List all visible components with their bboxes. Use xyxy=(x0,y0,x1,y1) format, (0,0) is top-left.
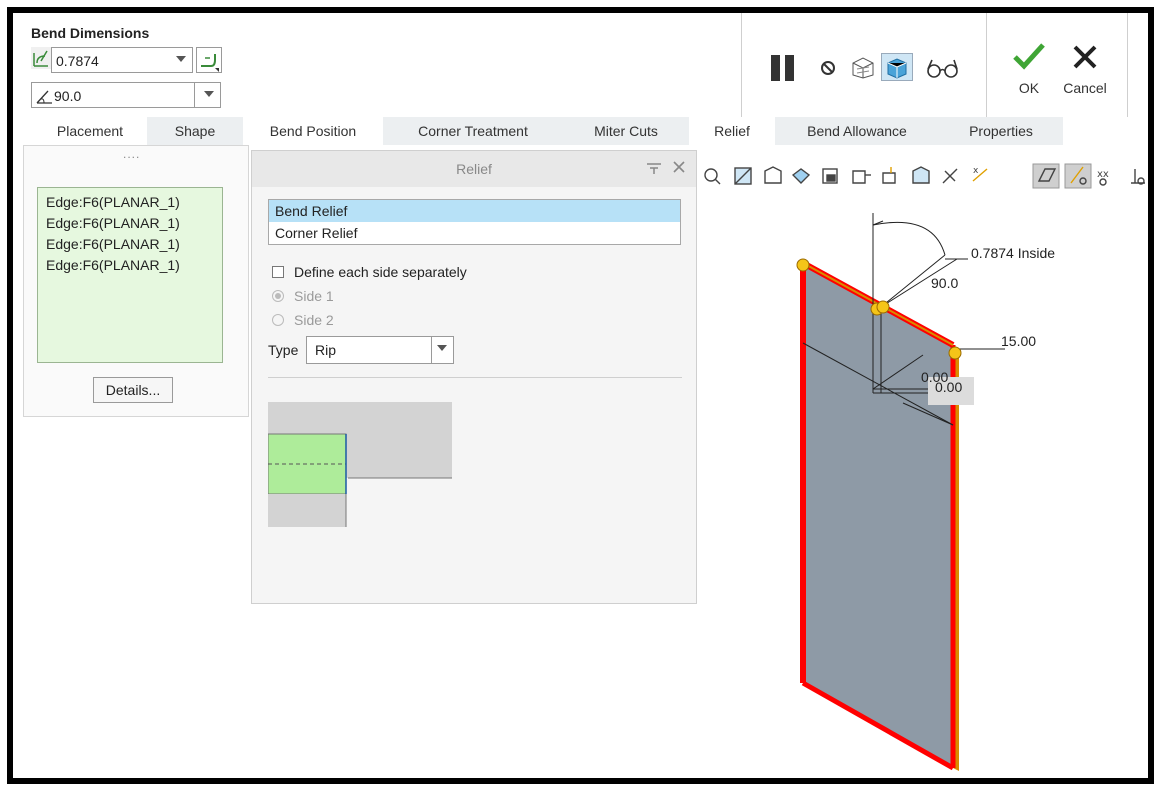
bend-radius-value: 0.7874 xyxy=(56,53,99,69)
bend-radius-icon[interactable] xyxy=(31,47,51,69)
tab-relief[interactable]: Relief xyxy=(689,117,775,145)
type-value: Rip xyxy=(315,342,337,358)
list-item-corner-relief[interactable]: Corner Relief xyxy=(269,222,680,244)
type-select[interactable]: Rip xyxy=(306,336,454,364)
bend-side-toggle-icon[interactable] xyxy=(196,47,222,73)
bend-angle-combo[interactable]: 90.0 xyxy=(31,82,221,108)
svg-text:x: x xyxy=(973,166,979,176)
radius-annotation[interactable]: 0.7874 Inside xyxy=(971,245,1055,261)
pause-icon[interactable] xyxy=(768,55,798,81)
list-item[interactable]: Edge:F6(PLANAR_1) xyxy=(46,192,222,213)
define-each-side-label: Define each side separately xyxy=(294,264,467,280)
relief-type-list[interactable]: Bend Relief Corner Relief xyxy=(268,199,681,245)
separator xyxy=(268,377,682,378)
list-item[interactable]: Edge:F6(PLANAR_1) xyxy=(46,234,222,255)
side2-label: Side 2 xyxy=(294,312,334,328)
close-icon xyxy=(1073,45,1097,69)
stop-icon[interactable] xyxy=(819,59,837,77)
panel-drag-handle[interactable]: .... xyxy=(123,147,140,161)
angle-icon xyxy=(36,88,54,107)
chevron-down-icon xyxy=(176,56,186,62)
model-viewport[interactable] xyxy=(773,203,1148,778)
relief-panel-title: Relief xyxy=(456,161,492,177)
chevron-down-icon xyxy=(204,91,214,97)
app-window: Bend Dimensions 0.7874 90.0 OK Cancel Pl… xyxy=(7,7,1154,784)
angle-annotation[interactable]: 90.0 xyxy=(931,275,958,291)
relief-preview-image xyxy=(267,402,454,530)
references-list[interactable]: Edge:F6(PLANAR_1) Edge:F6(PLANAR_1) Edge… xyxy=(37,187,223,363)
close-icon[interactable] xyxy=(672,160,686,174)
view-toolbar: x xx xyxy=(699,161,1148,191)
preview-frame-icon[interactable] xyxy=(849,55,877,79)
side1-radio[interactable] xyxy=(272,290,284,302)
check-icon xyxy=(1013,43,1045,70)
define-each-side-checkbox[interactable] xyxy=(272,266,284,278)
preview-solid-icon[interactable] xyxy=(881,53,913,81)
chevron-down-icon xyxy=(437,345,447,351)
separator xyxy=(986,13,987,117)
side2-radio[interactable] xyxy=(272,314,284,326)
separator xyxy=(1127,13,1128,117)
list-item[interactable]: Edge:F6(PLANAR_1) xyxy=(46,213,222,234)
relief-panel-header: Relief xyxy=(252,151,696,187)
tab-bend-position[interactable]: Bend Position xyxy=(243,117,383,145)
details-button[interactable]: Details... xyxy=(93,377,173,403)
ok-label: OK xyxy=(1018,80,1040,96)
tab-corner-treatment[interactable]: Corner Treatment xyxy=(383,117,563,145)
side1-label: Side 1 xyxy=(294,288,334,304)
separator xyxy=(741,13,742,117)
bend-angle-value: 90.0 xyxy=(54,88,82,104)
length-annotation[interactable]: 15.00 xyxy=(1001,333,1036,349)
tab-properties[interactable]: Properties xyxy=(939,117,1063,145)
list-item-bend-relief[interactable]: Bend Relief xyxy=(269,200,680,222)
type-label: Type xyxy=(268,342,299,358)
relief-panel: Relief Bend Relief Corner Relief Define … xyxy=(251,150,697,604)
bend-radius-combo[interactable]: 0.7874 xyxy=(51,47,193,73)
bend-dimensions-title: Bend Dimensions xyxy=(31,25,150,41)
tab-placement[interactable]: Placement xyxy=(33,117,147,145)
list-item[interactable]: Edge:F6(PLANAR_1) xyxy=(46,255,222,276)
cancel-button[interactable]: Cancel xyxy=(1057,41,1113,107)
tab-miter-cuts[interactable]: Miter Cuts xyxy=(563,117,689,145)
offset-annotation-b[interactable]: 0.00 xyxy=(935,379,962,395)
pin-icon[interactable] xyxy=(646,161,662,175)
tab-bend-allowance[interactable]: Bend Allowance xyxy=(775,117,939,145)
ok-button[interactable]: OK xyxy=(1009,41,1049,107)
glasses-icon[interactable] xyxy=(925,57,961,79)
tab-shape[interactable]: Shape xyxy=(147,117,243,145)
cancel-label: Cancel xyxy=(1063,80,1107,96)
